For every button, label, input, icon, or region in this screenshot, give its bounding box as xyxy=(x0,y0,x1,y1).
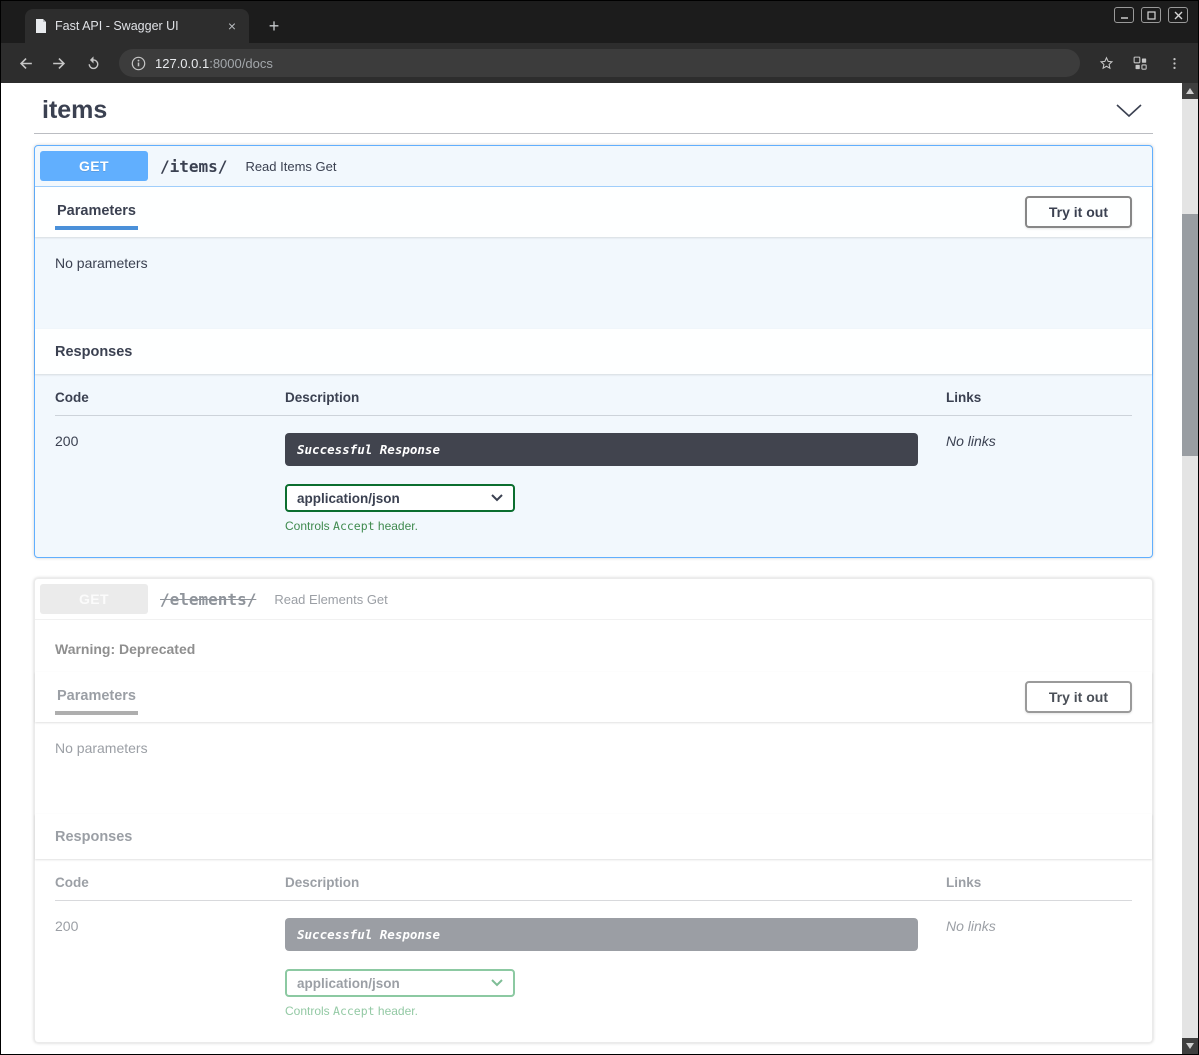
responses-table-header-code: Code xyxy=(55,390,285,405)
responses-title: Responses xyxy=(55,829,132,845)
bookmark-star-icon xyxy=(1098,55,1115,72)
parameters-title: Parameters xyxy=(55,195,138,230)
responses-body: Code Description Links 200 Successful Re… xyxy=(35,859,1152,1042)
page-scrollbar[interactable] xyxy=(1182,83,1198,1054)
responses-body: Code Description Links 200 Successful Re… xyxy=(35,374,1152,557)
opblock-get-items: GET /items/ Read Items Get Parameters Tr… xyxy=(34,145,1153,558)
window-controls xyxy=(1114,7,1188,23)
tab-groups-button[interactable] xyxy=(1124,47,1156,79)
back-icon xyxy=(16,54,35,73)
endpoint-path: /elements/ xyxy=(160,590,256,609)
page-favicon-icon xyxy=(35,19,47,33)
no-parameters-text: No parameters xyxy=(35,722,1152,814)
site-info-icon[interactable] xyxy=(131,56,146,71)
browser-menu-button[interactable] xyxy=(1158,47,1190,79)
reload-icon xyxy=(85,55,102,72)
browser-window: Fast API - Swagger UI × + 1 xyxy=(0,0,1199,1055)
section-title: items xyxy=(42,96,107,125)
media-type-select[interactable]: application/json xyxy=(285,484,515,512)
tab-close-icon[interactable]: × xyxy=(223,17,241,35)
response-row: 200 Successful Response application/json… xyxy=(55,416,1132,533)
select-chevron-icon xyxy=(491,979,503,987)
bookmark-star-button[interactable] xyxy=(1090,47,1122,79)
maximize-button[interactable] xyxy=(1141,7,1161,23)
parameters-title: Parameters xyxy=(55,680,138,715)
media-type-select[interactable]: application/json xyxy=(285,969,515,997)
response-description-cell: Successful Response application/json Con… xyxy=(285,918,946,1018)
opblock-summary[interactable]: GET /items/ Read Items Get xyxy=(35,146,1152,187)
responses-header: Responses xyxy=(35,814,1152,859)
opblock-get-elements-deprecated: GET /elements/ Read Elements Get Warning… xyxy=(34,578,1153,1043)
url-bar[interactable]: 127.0.0.1:8000/docs xyxy=(119,49,1080,77)
close-icon xyxy=(1174,11,1183,20)
responses-table-header-links: Links xyxy=(946,390,1132,405)
accept-header-note: Controls Accept header. xyxy=(285,1004,946,1018)
opblock-summary[interactable]: GET /elements/ Read Elements Get xyxy=(35,579,1152,620)
back-button[interactable] xyxy=(9,47,41,79)
responses-table-header-code: Code xyxy=(55,875,285,890)
forward-icon xyxy=(50,54,69,73)
responses-table-header-description: Description xyxy=(285,875,946,890)
collapse-chevron-icon[interactable] xyxy=(1115,103,1143,118)
tab-title: Fast API - Swagger UI xyxy=(55,19,215,33)
items-section-header[interactable]: items xyxy=(34,83,1153,125)
response-description-cell: Successful Response application/json Con… xyxy=(285,433,946,533)
endpoint-path: /items/ xyxy=(160,157,227,176)
swagger-page: items GET /items/ Read Items Get Paramet… xyxy=(1,83,1198,1054)
try-it-out-button[interactable]: Try it out xyxy=(1025,196,1132,228)
menu-dots-icon xyxy=(1167,56,1182,71)
minimize-icon xyxy=(1120,11,1129,20)
scroll-up-icon xyxy=(1186,88,1194,94)
no-parameters-text: No parameters xyxy=(35,237,1152,329)
responses-title: Responses xyxy=(55,344,132,360)
url-text: 127.0.0.1:8000/docs xyxy=(155,56,273,71)
navigation-bar: 127.0.0.1:8000/docs xyxy=(1,43,1198,83)
media-type-value: application/json xyxy=(297,491,400,506)
response-row: 200 Successful Response application/json… xyxy=(55,901,1132,1018)
reload-button[interactable] xyxy=(77,47,109,79)
tab-strip: Fast API - Swagger UI × + xyxy=(1,1,1198,43)
responses-header: Responses xyxy=(35,329,1152,374)
responses-table-head: Code Description Links xyxy=(55,390,1132,416)
response-description-box: Successful Response xyxy=(285,918,918,951)
responses-table-head: Code Description Links xyxy=(55,875,1132,901)
forward-button[interactable] xyxy=(43,47,75,79)
response-code: 200 xyxy=(55,918,285,1018)
parameters-header: Parameters Try it out xyxy=(35,672,1152,722)
scroll-thumb[interactable] xyxy=(1182,214,1198,456)
response-links: No links xyxy=(946,918,1132,1018)
method-badge: GET xyxy=(40,584,148,614)
new-tab-button[interactable]: + xyxy=(261,13,287,39)
endpoint-summary: Read Elements Get xyxy=(274,592,387,607)
scroll-up-button[interactable] xyxy=(1182,83,1198,99)
deprecated-warning: Warning: Deprecated xyxy=(35,620,1152,672)
parameters-header: Parameters Try it out xyxy=(35,187,1152,237)
media-type-value: application/json xyxy=(297,976,400,991)
response-code: 200 xyxy=(55,433,285,533)
scroll-down-button[interactable] xyxy=(1182,1038,1198,1054)
responses-table-header-links: Links xyxy=(946,875,1132,890)
accept-header-note: Controls Accept header. xyxy=(285,519,946,533)
response-description-box: Successful Response xyxy=(285,433,918,466)
scroll-down-icon xyxy=(1186,1043,1194,1049)
swagger-content: items GET /items/ Read Items Get Paramet… xyxy=(34,83,1153,1043)
endpoint-summary: Read Items Get xyxy=(245,159,336,174)
close-button[interactable] xyxy=(1168,7,1188,23)
response-links: No links xyxy=(946,433,1132,533)
tab-groups-icon xyxy=(1132,55,1149,72)
minimize-button[interactable] xyxy=(1114,7,1134,23)
maximize-icon xyxy=(1147,11,1156,20)
select-chevron-icon xyxy=(491,494,503,502)
try-it-out-button[interactable]: Try it out xyxy=(1025,681,1132,713)
method-badge: GET xyxy=(40,151,148,181)
browser-tab[interactable]: Fast API - Swagger UI × xyxy=(25,9,249,43)
responses-table-header-description: Description xyxy=(285,390,946,405)
section-divider xyxy=(34,133,1153,134)
